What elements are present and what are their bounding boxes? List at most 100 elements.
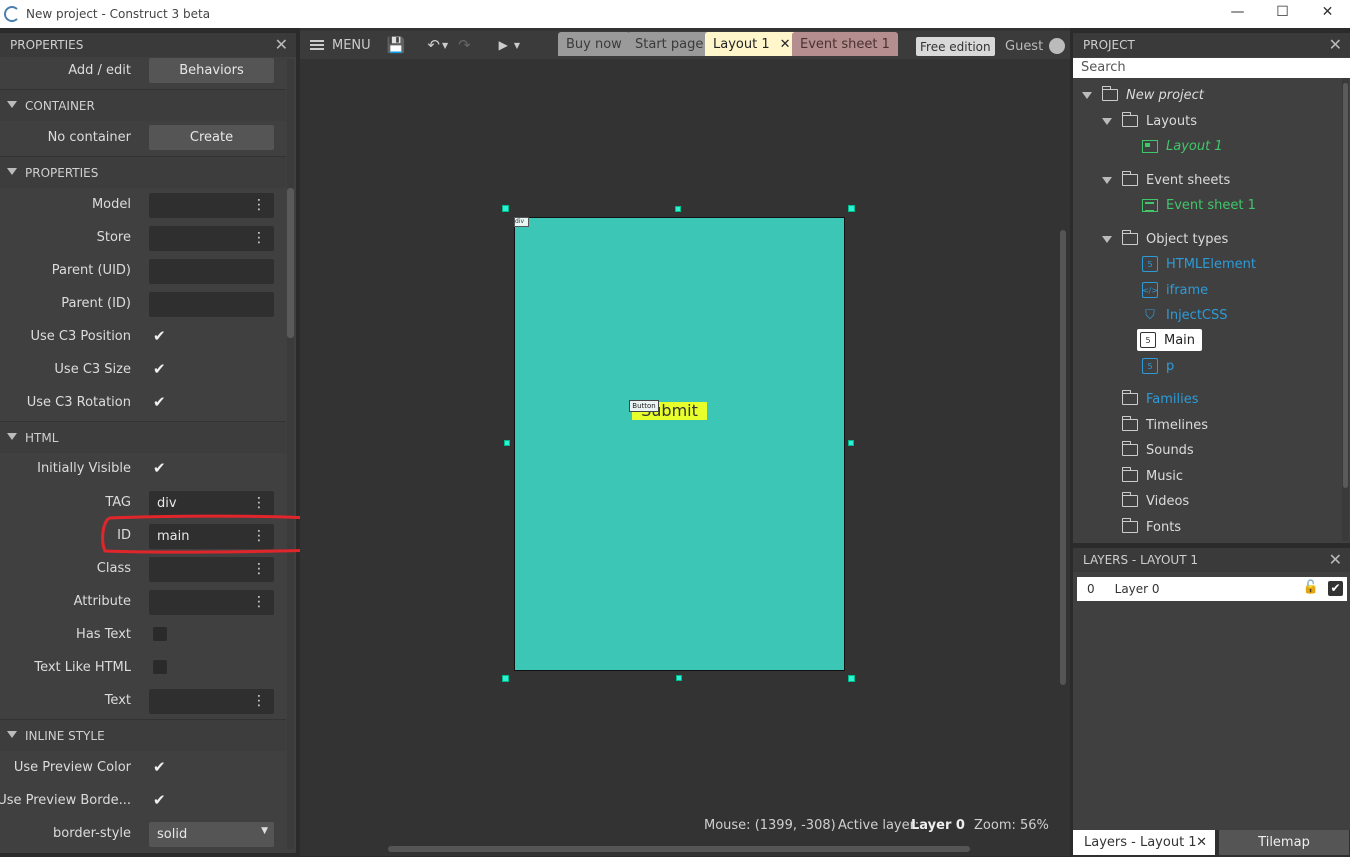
project-scrollbar[interactable] (1342, 78, 1349, 541)
kebab-menu-icon[interactable]: ⋮ (252, 561, 266, 577)
layout-vertical-scrollbar[interactable] (1059, 60, 1067, 840)
resize-handle-nw[interactable] (502, 205, 509, 212)
kebab-menu-icon[interactable]: ⋮ (252, 230, 266, 246)
vertical-scrollbar-thumb[interactable] (1060, 230, 1066, 685)
menu-button[interactable]: MENU (300, 38, 371, 53)
tab-tilemap[interactable]: Tilemap (1219, 830, 1349, 855)
tree-item-videos[interactable]: Videos (1121, 490, 1189, 512)
border-style-select[interactable]: solid ▼ (149, 822, 274, 847)
use-c3-position-checkbox[interactable]: ✔ (153, 328, 169, 344)
resize-handle-ne[interactable] (848, 205, 855, 212)
kebab-menu-icon[interactable]: ⋮ (252, 528, 266, 544)
undo-dropdown-icon[interactable]: ▼ (442, 41, 448, 50)
tree-item-p[interactable]: 5 p (1142, 355, 1174, 377)
has-text-checkbox[interactable] (153, 627, 167, 641)
tree-item-fonts[interactable]: Fonts (1121, 516, 1181, 538)
play-icon[interactable]: ▶ (499, 38, 508, 52)
store-field[interactable]: ⋮ (149, 226, 274, 251)
use-preview-border-checkbox[interactable]: ✔ (153, 792, 169, 808)
tree-item-event-sheets[interactable]: Event sheets (1102, 169, 1230, 191)
resize-handle-w[interactable] (504, 440, 510, 446)
parent-id-input[interactable] (149, 292, 274, 317)
tree-item-iframe[interactable]: </> iframe (1142, 279, 1208, 301)
class-field[interactable]: ⋮ (149, 557, 274, 582)
expand-triangle-icon[interactable] (1082, 91, 1092, 99)
collapse-triangle-icon[interactable] (7, 731, 17, 738)
close-tab-icon[interactable]: ✕ (1196, 835, 1207, 850)
resize-handle-s[interactable] (676, 675, 682, 681)
tab-layout-1[interactable]: Layout 1 ✕ (705, 32, 799, 56)
initially-visible-checkbox[interactable]: ✔ (153, 460, 169, 476)
project-search-input[interactable]: Search (1073, 58, 1350, 78)
close-window-button[interactable]: ✕ (1305, 0, 1350, 24)
id-field[interactable]: main ⋮ (149, 524, 274, 549)
collapse-triangle-icon[interactable] (7, 168, 17, 175)
kebab-menu-icon[interactable]: ⋮ (252, 495, 266, 511)
tree-item-event-sheet-1[interactable]: Event sheet 1 (1142, 194, 1256, 216)
collapse-triangle-icon[interactable] (7, 433, 17, 440)
dropdown-arrow-icon[interactable]: ▼ (261, 826, 268, 836)
tag-field[interactable]: div ⋮ (149, 491, 274, 516)
main-html-element[interactable] (514, 217, 845, 671)
properties-scrollbar[interactable] (287, 59, 294, 849)
horizontal-scrollbar-thumb[interactable] (388, 846, 970, 852)
resize-handle-se[interactable] (848, 675, 855, 682)
create-container-button[interactable]: Create (149, 125, 274, 150)
collapse-triangle-icon[interactable] (7, 101, 17, 108)
tree-item-main[interactable]: 5 Main (1137, 329, 1203, 351)
close-icon[interactable]: ✕ (275, 35, 288, 54)
tree-item-layout-1[interactable]: Layout 1 (1142, 135, 1223, 157)
behaviors-button[interactable]: Behaviors (149, 58, 274, 83)
maximize-button[interactable]: ☐ (1260, 0, 1305, 24)
play-dropdown-icon[interactable]: ▼ (514, 41, 520, 50)
inline-style-section-header[interactable]: INLINE STYLE (0, 719, 286, 751)
tab-layers-layout-1[interactable]: Layers - Layout 1 ✕ (1073, 830, 1215, 855)
tree-item-sounds[interactable]: Sounds (1121, 439, 1194, 461)
tab-event-sheet-1[interactable]: Event sheet 1 (792, 32, 898, 56)
minimize-button[interactable]: — (1215, 0, 1260, 24)
tree-item-new-project[interactable]: New project (1082, 84, 1204, 106)
undo-icon[interactable]: ↶ (427, 36, 440, 54)
close-icon[interactable]: ✕ (1329, 35, 1342, 54)
save-icon[interactable]: 💾 (387, 36, 406, 54)
tree-item-htmlelement[interactable]: 5 HTMLElement (1142, 253, 1256, 275)
guest-account[interactable]: Guest (1005, 38, 1066, 54)
model-field[interactable]: ⋮ (149, 193, 274, 218)
parent-uid-input[interactable] (149, 259, 274, 284)
free-edition-badge[interactable]: Free edition (916, 37, 995, 56)
tab-buy-now[interactable]: Buy now (558, 32, 630, 56)
html-section-header[interactable]: HTML (0, 421, 286, 453)
tree-item-music[interactable]: Music (1121, 465, 1183, 487)
text-field[interactable]: ⋮ (149, 689, 274, 714)
tree-item-object-types[interactable]: Object types (1102, 228, 1228, 250)
kebab-menu-icon[interactable]: ⋮ (252, 693, 266, 709)
layout-horizontal-scrollbar[interactable] (300, 844, 1060, 853)
layer-visible-checkbox[interactable]: ✔ (1328, 581, 1343, 596)
expand-triangle-icon[interactable] (1102, 176, 1112, 184)
close-icon[interactable]: ✕ (1329, 550, 1342, 569)
text-like-html-checkbox[interactable] (153, 660, 167, 674)
tab-start-page[interactable]: Start page (627, 32, 712, 56)
tree-item-families[interactable]: Families (1121, 388, 1199, 410)
use-c3-rotation-checkbox[interactable]: ✔ (153, 394, 169, 410)
resize-handle-e[interactable] (848, 440, 854, 446)
expand-triangle-icon[interactable] (1102, 117, 1112, 125)
tree-item-layouts[interactable]: Layouts (1102, 110, 1197, 132)
resize-handle-n[interactable] (675, 206, 681, 212)
close-tab-icon[interactable]: ✕ (780, 37, 791, 52)
lock-icon[interactable]: 🔓 (1303, 580, 1319, 595)
tree-item-injectcss[interactable]: ⛉ InjectCSS (1142, 304, 1227, 326)
layer-row[interactable]: 0 Layer 0 🔓 ✔ (1077, 577, 1347, 601)
properties-section-header[interactable]: PROPERTIES (0, 156, 286, 188)
tree-item-timelines[interactable]: Timelines (1121, 414, 1208, 436)
kebab-menu-icon[interactable]: ⋮ (252, 197, 266, 213)
use-preview-color-checkbox[interactable]: ✔ (153, 759, 169, 775)
attribute-field[interactable]: ⋮ (149, 590, 274, 615)
resize-handle-sw[interactable] (502, 675, 509, 682)
use-c3-size-checkbox[interactable]: ✔ (153, 361, 169, 377)
properties-scrollbar-thumb[interactable] (287, 188, 294, 338)
kebab-menu-icon[interactable]: ⋮ (252, 594, 266, 610)
expand-triangle-icon[interactable] (1102, 235, 1112, 243)
redo-icon[interactable]: ↷ (458, 36, 471, 54)
project-scrollbar-thumb[interactable] (1343, 83, 1348, 488)
